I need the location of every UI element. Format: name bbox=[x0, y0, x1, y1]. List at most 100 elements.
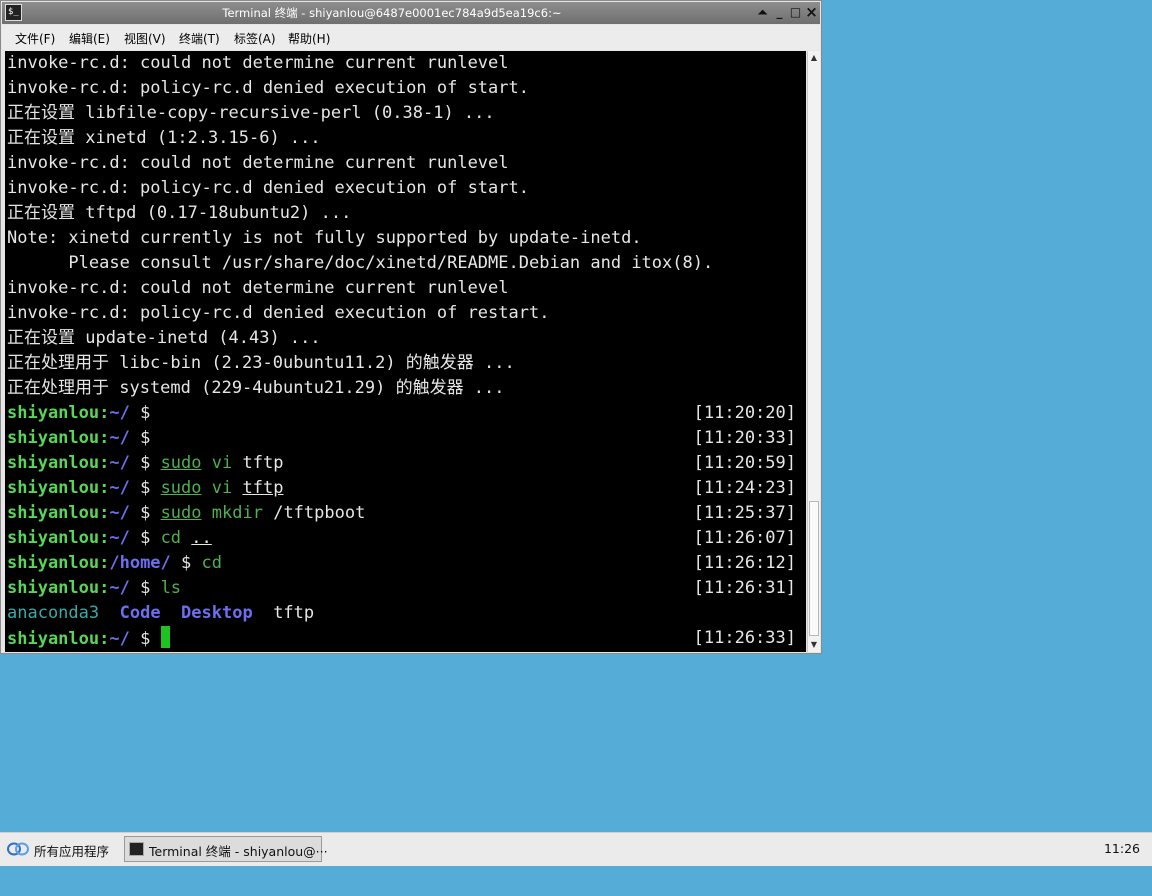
menu-help[interactable]: 帮助(H) bbox=[288, 30, 330, 47]
minimize-button[interactable]: _ bbox=[771, 4, 788, 21]
terminal-task-icon bbox=[129, 842, 144, 856]
prompt-user: shiyanlou: bbox=[7, 503, 110, 523]
output-line: invoke-rc.d: could not determine current… bbox=[7, 53, 509, 73]
terminal-screen[interactable]: invoke-rc.d: could not determine current… bbox=[5, 51, 806, 652]
timestamp: [11:20:20] bbox=[693, 403, 796, 423]
timestamp: [11:26:07] bbox=[693, 528, 796, 548]
prompt-dollar: $ bbox=[129, 528, 161, 548]
menu-edit[interactable]: 编辑(E) bbox=[69, 30, 110, 47]
prompt-dollar: $ bbox=[129, 478, 161, 498]
menu-bar: 文件(F) 编辑(E) 视图(V) 终端(T) 标签(A) 帮助(H) bbox=[2, 25, 820, 50]
prompt-path: ~/ bbox=[109, 578, 130, 598]
output-line: 正在处理用于 libc-bin (2.23-0ubuntu11.2) 的触发器 … bbox=[7, 353, 515, 373]
output-line: 正在设置 update-inetd (4.43) ... bbox=[7, 328, 321, 348]
taskbar: 所有应用程序 Terminal 终端 - shiyanlou@··· 11:26 bbox=[0, 832, 1152, 866]
prompt-line: shiyanlou:~/ $ sudo mkdir /tftpboot bbox=[7, 501, 365, 526]
prompt-path: ~/ bbox=[109, 503, 130, 523]
taskbar-terminal-item[interactable]: Terminal 终端 - shiyanlou@··· bbox=[124, 836, 328, 862]
applications-menu-label: 所有应用程序 bbox=[34, 844, 110, 859]
prompt-user: shiyanlou: bbox=[7, 528, 110, 548]
scroll-down-icon[interactable]: ▼ bbox=[808, 639, 820, 651]
prompt-line: shiyanlou:~/ $ sudo vi tftp bbox=[7, 476, 283, 501]
maximize-button[interactable]: □ bbox=[787, 4, 804, 21]
prompt-line: shiyanlou:~/ $ cd .. bbox=[7, 526, 212, 551]
command-arg: /tftpboot bbox=[273, 503, 366, 523]
prompt-dollar: $ bbox=[129, 453, 161, 473]
prompt-user: shiyanlou: bbox=[7, 578, 110, 598]
command: cd bbox=[201, 553, 222, 573]
current-prompt-line[interactable]: shiyanlou:~/ $ bbox=[7, 626, 170, 651]
timestamp: [11:20:33] bbox=[693, 428, 796, 448]
text-cursor bbox=[160, 626, 170, 648]
ls-output: anaconda3 Code Desktop tftp bbox=[7, 601, 314, 626]
command-arg: mkdir bbox=[211, 503, 263, 523]
command: ls bbox=[160, 578, 182, 598]
menu-terminal[interactable]: 终端(T) bbox=[179, 30, 220, 47]
prompt-user: shiyanlou: bbox=[7, 553, 110, 573]
ls-entry-anaconda3: anaconda3 bbox=[7, 603, 100, 623]
prompt-line: shiyanlou:~/ $ bbox=[7, 401, 161, 426]
prompt-dollar: $ bbox=[129, 403, 161, 423]
menu-tabs[interactable]: 标签(A) bbox=[234, 30, 276, 47]
prompt-path: ~/ bbox=[109, 403, 130, 423]
clock[interactable]: 11:26 bbox=[1104, 841, 1140, 856]
prompt-path: ~/ bbox=[109, 478, 130, 498]
prompt-path: ~/ bbox=[109, 453, 130, 473]
close-button[interactable]: × bbox=[803, 4, 820, 21]
timestamp: [11:20:59] bbox=[693, 453, 796, 473]
output-line: Please consult /usr/share/doc/xinetd/REA… bbox=[7, 253, 714, 273]
timestamp: [11:25:37] bbox=[693, 503, 796, 523]
prompt-dollar: $ bbox=[129, 503, 161, 523]
ls-entry-desktop: Desktop bbox=[181, 603, 253, 623]
command-arg: vi bbox=[211, 453, 233, 473]
prompt-user: shiyanlou: bbox=[7, 428, 110, 448]
prompt-user: shiyanlou: bbox=[7, 403, 110, 423]
command: cd bbox=[160, 528, 182, 548]
prompt-path: ~/ bbox=[109, 528, 130, 548]
window-title: Terminal 终端 - shiyanlou@6487e0001ec784a9… bbox=[222, 6, 562, 20]
prompt-user: shiyanlou: bbox=[7, 629, 110, 649]
prompt-dollar: $ bbox=[129, 428, 161, 448]
prompt-line: shiyanlou:/home/ $ cd bbox=[7, 551, 222, 576]
timestamp: [11:24:23] bbox=[693, 478, 796, 498]
shade-button[interactable]: ⏶ bbox=[754, 4, 771, 21]
prompt-dollar: $ bbox=[129, 629, 161, 649]
prompt-path: ~/ bbox=[109, 629, 130, 649]
command-arg: .. bbox=[191, 528, 212, 548]
ls-entry-tftp: tftp bbox=[273, 603, 315, 623]
prompt-line: shiyanlou:~/ $ sudo vi tftp bbox=[7, 451, 283, 476]
vertical-scrollbar[interactable]: ▲ ▼ bbox=[807, 51, 820, 652]
command: sudo bbox=[160, 478, 202, 498]
prompt-dollar: $ bbox=[170, 553, 202, 573]
output-line: invoke-rc.d: could not determine current… bbox=[7, 278, 509, 298]
menu-view[interactable]: 视图(V) bbox=[124, 30, 166, 47]
scroll-up-icon[interactable]: ▲ bbox=[808, 52, 820, 64]
timestamp: [11:26:31] bbox=[693, 578, 796, 598]
command: sudo bbox=[160, 453, 202, 473]
title-bar[interactable]: $_ Terminal 终端 - shiyanlou@6487e0001ec78… bbox=[2, 2, 820, 24]
prompt-user: shiyanlou: bbox=[7, 453, 110, 473]
prompt-path: /home/ bbox=[109, 553, 171, 573]
prompt-dollar: $ bbox=[129, 578, 161, 598]
command-arg: vi bbox=[211, 478, 233, 498]
output-line: invoke-rc.d: policy-rc.d denied executio… bbox=[7, 78, 529, 98]
prompt-line: shiyanlou:~/ $ ls bbox=[7, 576, 181, 601]
timestamp: [11:26:33] bbox=[693, 628, 796, 648]
command: sudo bbox=[160, 503, 202, 523]
output-line: 正在处理用于 systemd (229-4ubuntu21.29) 的触发器 .… bbox=[7, 378, 505, 398]
prompt-user: shiyanlou: bbox=[7, 478, 110, 498]
output-line: 正在设置 tftpd (0.17-18ubuntu2) ... bbox=[7, 203, 352, 223]
output-line: invoke-rc.d: could not determine current… bbox=[7, 153, 509, 173]
menu-file[interactable]: 文件(F) bbox=[15, 30, 55, 47]
command-arg: tftp bbox=[242, 453, 284, 473]
output-line: Note: xinetd currently is not fully supp… bbox=[7, 228, 642, 248]
command-arg: tftp bbox=[242, 478, 284, 498]
scrollbar-thumb[interactable] bbox=[809, 501, 819, 636]
app-launcher-logo-icon bbox=[7, 842, 29, 856]
prompt-path: ~/ bbox=[109, 428, 130, 448]
prompt-line: shiyanlou:~/ $ bbox=[7, 426, 161, 451]
ls-entry-code: Code bbox=[119, 603, 161, 623]
output-line: invoke-rc.d: policy-rc.d denied executio… bbox=[7, 178, 529, 198]
output-line: invoke-rc.d: policy-rc.d denied executio… bbox=[7, 303, 550, 323]
timestamp: [11:26:12] bbox=[693, 553, 796, 573]
